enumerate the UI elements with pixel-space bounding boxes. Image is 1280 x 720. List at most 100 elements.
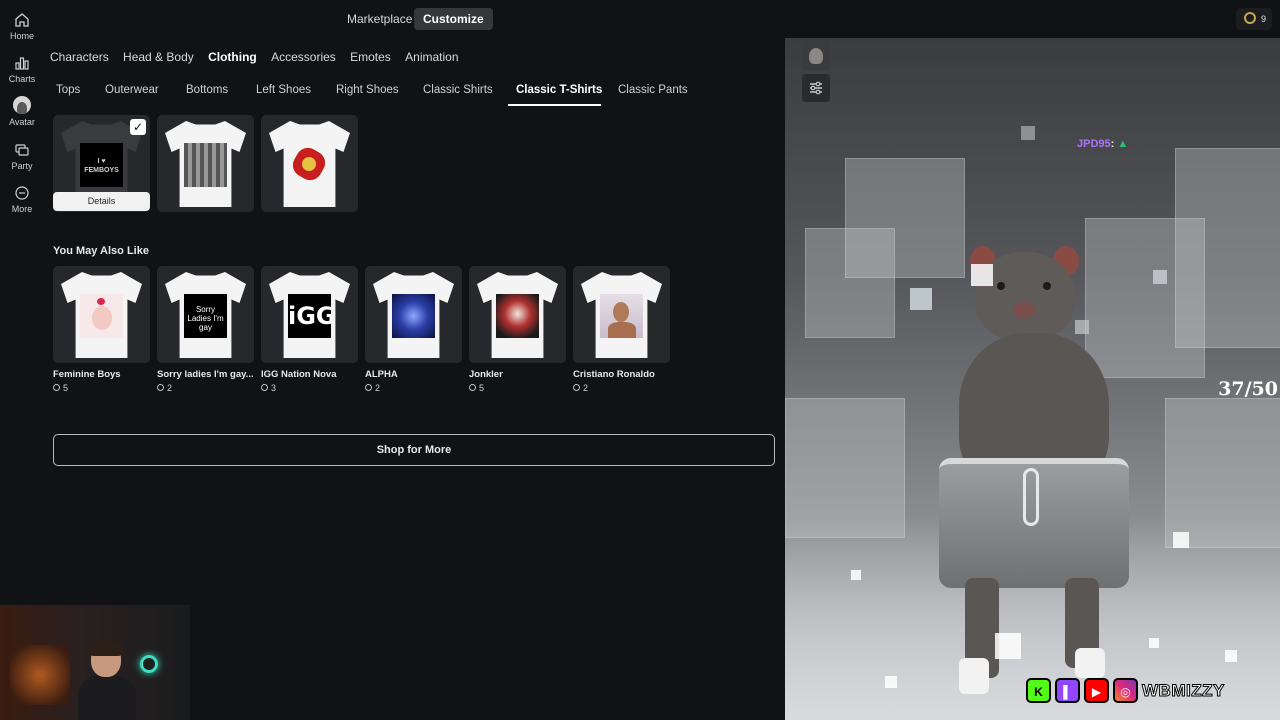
nav-avatar-label: Avatar xyxy=(9,117,35,127)
recommendation-card[interactable] xyxy=(573,266,670,363)
filter-settings-button[interactable] xyxy=(802,74,830,102)
recommendation-card[interactable] xyxy=(53,266,150,363)
instagram-icon: ◎ xyxy=(1113,678,1138,703)
owned-item-card[interactable] xyxy=(157,115,254,212)
robux-amount: 9 xyxy=(1260,14,1266,24)
subtab-classic-shirts[interactable]: Classic Shirts xyxy=(423,84,493,96)
robux-icon xyxy=(53,384,60,391)
item-price-value: 5 xyxy=(479,383,485,393)
nav-avatar[interactable]: Avatar xyxy=(0,96,44,127)
item-name[interactable]: Cristiano Ronaldo xyxy=(573,369,670,380)
snow-cube xyxy=(851,570,861,580)
subtab-right-shoes[interactable]: Right Shoes xyxy=(336,84,399,96)
subtab-classic-pants[interactable]: Classic Pants xyxy=(618,84,688,96)
snow-cube xyxy=(1075,320,1089,334)
tshirt-decal: I ♥ FEMBOYS xyxy=(80,143,123,187)
more-icon xyxy=(15,186,29,200)
avatar-icon xyxy=(13,96,31,114)
nav-party[interactable]: Party xyxy=(0,142,44,171)
tab-head-body[interactable]: Head & Body xyxy=(123,50,194,64)
nav-more[interactable]: More xyxy=(0,185,44,214)
kick-icon: K xyxy=(1026,678,1051,703)
chat-separator: : xyxy=(1110,138,1115,150)
chat-message: JPD95: ▲ xyxy=(1077,138,1128,150)
recommendation-card[interactable] xyxy=(469,266,566,363)
snow-cube xyxy=(1225,650,1237,662)
subtab-tops[interactable]: Tops xyxy=(56,84,80,96)
tshirt-decal: Sorry Ladies I'm gay xyxy=(184,294,227,338)
tshirt-decal xyxy=(184,143,227,187)
subtab-classic-tshirts[interactable]: Classic T-Shirts xyxy=(516,84,602,96)
youtube-icon: ▶ xyxy=(1084,678,1109,703)
item-price: 5 xyxy=(53,383,68,393)
details-button[interactable]: Details xyxy=(53,192,150,211)
social-banner: K ▌ ▶ ◎ WBMIZZY xyxy=(1026,678,1225,708)
robux-icon xyxy=(261,384,268,391)
avatar-thumbnail-button[interactable] xyxy=(802,42,830,70)
equipped-checkbox[interactable]: ✓ xyxy=(130,119,146,135)
item-name[interactable]: IGG Nation Nova xyxy=(261,369,358,380)
nav-home[interactable]: Home xyxy=(0,12,44,41)
tshirt-decal xyxy=(600,294,643,338)
tshirt-decal xyxy=(392,294,435,338)
item-name[interactable]: Sorry ladies I'm gay... xyxy=(157,369,254,380)
subtab-left-shoes[interactable]: Left Shoes xyxy=(256,84,311,96)
subtab-bottoms[interactable]: Bottoms xyxy=(186,84,228,96)
top-bar: Marketplace Customize 9 xyxy=(44,0,1280,38)
item-name[interactable]: ALPHA xyxy=(365,369,462,380)
item-name[interactable]: Jonkler xyxy=(469,369,566,380)
customize-tab[interactable]: Customize xyxy=(414,8,493,30)
snow-cube xyxy=(1153,270,1167,284)
tab-clothing[interactable]: Clothing xyxy=(208,50,257,64)
tshirt-thumbnail: iGG xyxy=(269,272,350,358)
tshirt-decal xyxy=(496,294,539,338)
item-price-value: 2 xyxy=(167,383,173,393)
tshirt-decal xyxy=(288,143,331,187)
social-handle: WBMIZZY xyxy=(1142,680,1225,700)
active-subtab-indicator xyxy=(508,104,601,106)
tab-accessories[interactable]: Accessories xyxy=(271,50,336,64)
snow-cube xyxy=(1173,532,1189,548)
tshirt-decal xyxy=(80,294,123,338)
tshirt-thumbnail: Sorry Ladies I'm gay xyxy=(165,272,246,358)
shop-for-more-button[interactable]: Shop for More xyxy=(53,434,775,466)
snow-cube xyxy=(885,676,897,688)
nav-home-label: Home xyxy=(9,31,34,41)
tshirt-thumbnail xyxy=(269,121,350,207)
robux-balance[interactable]: 9 xyxy=(1235,8,1272,30)
owned-item-card[interactable] xyxy=(261,115,358,212)
party-icon xyxy=(15,144,29,156)
item-name[interactable]: Feminine Boys xyxy=(53,369,150,380)
tshirt-thumbnail xyxy=(477,272,558,358)
webcam-overlay xyxy=(0,605,190,720)
item-price-value: 3 xyxy=(271,383,277,393)
snow-cube xyxy=(1149,638,1159,648)
tab-emotes[interactable]: Emotes xyxy=(350,50,391,64)
subtab-outerwear[interactable]: Outerwear xyxy=(105,84,159,96)
home-icon xyxy=(15,13,29,27)
marketplace-tab[interactable]: Marketplace xyxy=(338,8,421,30)
nav-charts-label: Charts xyxy=(8,74,36,84)
nav-more-label: More xyxy=(11,204,33,214)
recommendation-card[interactable]: Sorry Ladies I'm gay xyxy=(157,266,254,363)
nav-charts[interactable]: Charts xyxy=(0,55,44,84)
room-light xyxy=(10,645,70,705)
subcategory-tabs: Tops Outerwear Bottoms Left Shoes Right … xyxy=(44,79,785,106)
tshirt-decal: iGG xyxy=(288,294,331,338)
recommendation-card[interactable]: iGG xyxy=(261,266,358,363)
tshirt-thumbnail xyxy=(581,272,662,358)
snow-cube xyxy=(995,633,1021,659)
item-price: 3 xyxy=(261,383,276,393)
rat-avatar xyxy=(925,238,1145,698)
robux-icon xyxy=(365,384,372,391)
avatar-preview-viewport[interactable]: JPD95: ▲ 37/50 K ▌ ▶ ◎ WBMIZZY xyxy=(785,38,1280,720)
item-price-value: 2 xyxy=(375,383,381,393)
background-block xyxy=(785,398,905,538)
tab-animation[interactable]: Animation xyxy=(405,50,458,64)
chat-emote-icon: ▲ xyxy=(1117,138,1129,150)
tshirt-thumbnail xyxy=(165,121,246,207)
recommendation-card[interactable] xyxy=(365,266,462,363)
snow-cube xyxy=(971,264,993,286)
robux-icon xyxy=(573,384,580,391)
tab-characters[interactable]: Characters xyxy=(50,50,109,64)
